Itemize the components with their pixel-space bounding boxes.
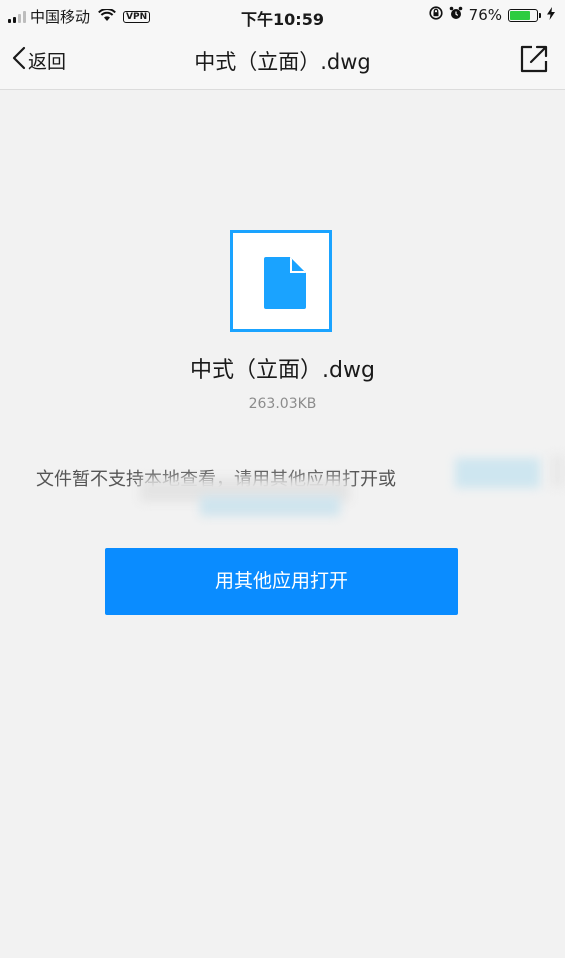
share-button[interactable] xyxy=(519,44,549,78)
file-name: 中式（立面）.dwg xyxy=(190,358,375,383)
status-bar: 中国移动 VPN 下午10:59 76% xyxy=(0,0,565,32)
redacted-region xyxy=(200,496,340,516)
orientation-lock-icon xyxy=(429,6,443,24)
charging-icon xyxy=(547,6,555,24)
navigation-bar: 返回 中式（立面）.dwg xyxy=(0,32,565,90)
status-right: 76% xyxy=(429,6,555,24)
open-with-other-app-button[interactable]: 用其他应用打开 xyxy=(105,548,458,615)
battery-percent: 76% xyxy=(468,6,502,24)
alarm-icon xyxy=(449,6,463,24)
file-thumbnail xyxy=(230,230,332,332)
redacted-region xyxy=(550,455,565,487)
file-size: 263.03KB xyxy=(248,396,317,412)
battery-icon xyxy=(508,8,541,22)
redacted-region xyxy=(455,458,540,488)
file-icon xyxy=(264,257,306,309)
share-icon xyxy=(519,45,549,78)
page-title: 中式（立面）.dwg xyxy=(194,50,371,74)
